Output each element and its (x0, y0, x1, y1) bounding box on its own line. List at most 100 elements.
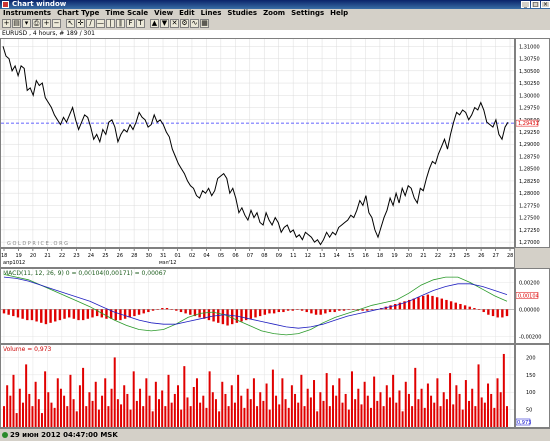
volume-bar (442, 392, 445, 427)
delete-icon[interactable]: ✕ (170, 19, 179, 28)
close-button[interactable]: × (541, 1, 550, 8)
volume-bar (158, 399, 161, 427)
macd-histogram-bar (40, 309, 43, 323)
indicators-icon[interactable]: ∿ (190, 19, 199, 28)
open-icon[interactable]: ▤ (12, 19, 21, 28)
volume-bar (401, 411, 404, 427)
menu-instruments[interactable]: Instruments (0, 9, 54, 18)
cursor-icon[interactable]: ↖ (66, 19, 75, 28)
price-tick-label: 1,30500 (519, 69, 540, 75)
macd-histogram-bar (16, 309, 20, 318)
volume-bar (186, 397, 189, 427)
menu-help[interactable]: Help (327, 9, 351, 18)
volume-bar (373, 376, 376, 427)
vline-tool-icon[interactable]: | (106, 19, 115, 28)
volume-bar (205, 407, 208, 427)
arrow-down-icon[interactable]: ▼ (160, 19, 169, 28)
volume-bar (426, 383, 429, 427)
volume-bar (78, 385, 81, 427)
volume-bar (385, 385, 388, 427)
volume-bar (50, 402, 53, 427)
fib-tool-icon[interactable]: F (126, 19, 135, 28)
macd-histogram-bar (105, 309, 108, 319)
macd-histogram-bar (81, 309, 85, 321)
price-tick-label: 1,29750 (519, 106, 540, 112)
volume-bar (493, 407, 496, 427)
menu-lines[interactable]: Lines (198, 9, 225, 18)
macd-histogram-bar (431, 295, 434, 310)
volume-bar (91, 400, 94, 427)
volume-bar (31, 406, 34, 427)
line-tool-icon[interactable]: / (86, 19, 95, 28)
menu-chart-type[interactable]: Chart Type (54, 9, 102, 18)
volume-bar (69, 374, 72, 427)
macd-pane[interactable]: MACD(11, 12, 26, 9) 0 = 0,00104(0,00171)… (0, 268, 515, 344)
date-tick-label: 01 (174, 253, 180, 259)
menu-zoom[interactable]: Zoom (260, 9, 288, 18)
window-title: Chart window (12, 0, 67, 8)
menu-edit[interactable]: Edit (176, 9, 198, 18)
macd-histogram-bar (151, 309, 155, 311)
price-axis[interactable]: 1,31000 1,30750 1,30500 1,30250 1,30000 1,297… (515, 38, 550, 248)
volume-bar (376, 400, 379, 427)
date-tick-label: 08 (261, 253, 267, 259)
volume-bar (176, 385, 179, 427)
print-icon[interactable]: ⎙ (32, 19, 41, 28)
price-tick-label: 1,27000 (519, 240, 540, 246)
channel-tool-icon[interactable]: ∥ (116, 19, 125, 28)
zoom-in-icon[interactable]: + (42, 19, 51, 28)
menu-settings[interactable]: Settings (288, 9, 327, 18)
volume-bar (148, 395, 151, 427)
new-chart-icon[interactable]: + (2, 19, 11, 28)
price-pane[interactable]: G O L D P R I C E . O R G (0, 38, 515, 248)
macd-histogram-bar (394, 303, 397, 310)
volume-bar (344, 393, 347, 427)
save-icon[interactable]: ▾ (22, 19, 31, 28)
volume-pane[interactable]: Volume = 0,973 (0, 344, 515, 428)
maximize-button[interactable]: □ (531, 1, 540, 8)
crosshair-icon[interactable]: ✛ (76, 19, 85, 28)
menu-time-scale[interactable]: Time Scale (102, 9, 151, 18)
volume-axis[interactable]: 200 150 100 50 0,973 (515, 344, 550, 428)
macd-histogram-bar (314, 309, 318, 315)
volume-bar (281, 378, 284, 427)
menu-view[interactable]: View (151, 9, 176, 18)
zoom-out-icon[interactable]: − (52, 19, 61, 28)
volume-bar (221, 381, 224, 427)
volume-bar (474, 406, 477, 427)
menu-studies[interactable]: Studies (224, 9, 260, 18)
volume-bar (56, 378, 59, 427)
volume-bar (404, 381, 407, 427)
hline-tool-icon[interactable]: — (96, 19, 105, 28)
macd-histogram-bar (366, 309, 369, 311)
minimize-button[interactable]: _ (521, 1, 530, 8)
volume-bar (167, 374, 170, 427)
volume-bar (44, 371, 47, 427)
templates-icon[interactable]: ▦ (200, 19, 209, 28)
volume-bar (382, 406, 385, 427)
macd-axis-labels: 0,00200 0,00000 -0,00200 0,00104 (515, 280, 541, 340)
macd-histogram-bar (333, 309, 336, 313)
price-tick-label: 1,28750 (519, 154, 540, 160)
volume-bar (59, 388, 62, 427)
price-tick-label: 1,27750 (519, 203, 540, 209)
volume-bar (97, 409, 100, 427)
volume-bar (151, 411, 154, 427)
macd-histogram-bar (231, 309, 234, 325)
macd-histogram-bar (421, 295, 425, 310)
macd-histogram-bar (63, 309, 66, 319)
volume-bar (309, 397, 312, 427)
macd-axis[interactable]: 0,00200 0,00000 -0,00200 0,00104 (515, 268, 550, 344)
date-axis[interactable]: 18 19 20 21 22 23 24 25 26 28 30 31 01 02 04 05 06 07 08 09… (0, 248, 515, 268)
properties-icon[interactable]: ⚙ (180, 19, 189, 28)
text-tool-icon[interactable]: T (136, 19, 145, 28)
volume-bar (28, 393, 31, 427)
macd-histogram-bar (426, 294, 430, 310)
date-tick-label: 09 (276, 253, 282, 259)
volume-bar (132, 371, 135, 427)
volume-bar (502, 353, 505, 427)
volume-bar (468, 400, 471, 427)
arrow-up-icon[interactable]: ▲ (150, 19, 159, 28)
date-tick-label: 14 (334, 253, 340, 259)
macd-current-label: 0,00104 (518, 293, 539, 299)
